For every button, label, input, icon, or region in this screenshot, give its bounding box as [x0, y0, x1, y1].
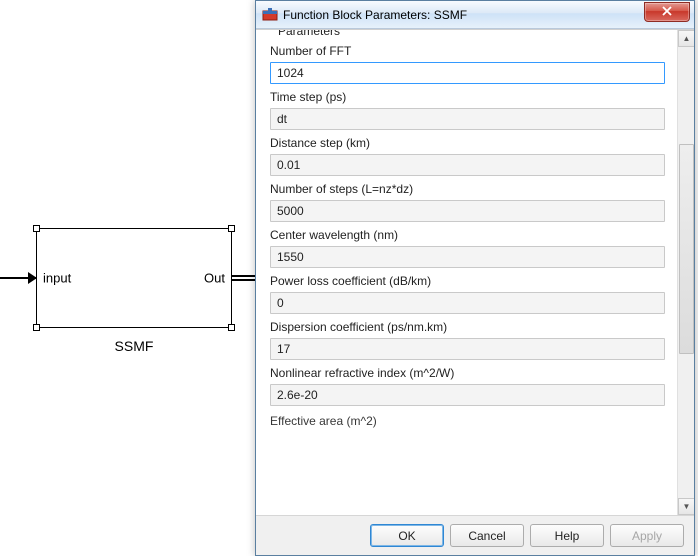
block-body[interactable]: input Out	[36, 228, 232, 328]
param-label: Power loss coefficient (dB/km)	[270, 274, 665, 288]
param-label: Center wavelength (nm)	[270, 228, 665, 242]
param-input-power-loss[interactable]	[270, 292, 665, 314]
titlebar[interactable]: Function Block Parameters: SSMF	[256, 1, 694, 29]
param-input-time-step[interactable]	[270, 108, 665, 130]
help-button[interactable]: Help	[530, 524, 604, 547]
param-input-number-of-fft[interactable]	[270, 62, 665, 84]
button-bar: OK Cancel Help Apply	[256, 515, 694, 555]
button-label: OK	[398, 529, 415, 543]
param-label: Effective area (m^2)	[270, 414, 665, 428]
param-label: Dispersion coefficient (ps/nm.km)	[270, 320, 665, 334]
ok-button[interactable]: OK	[370, 524, 444, 547]
apply-button[interactable]: Apply	[610, 524, 684, 547]
simulink-canvas[interactable]: input Out SSMF	[0, 0, 260, 556]
block-name-label[interactable]: SSMF	[36, 338, 232, 354]
param-power-loss: Power loss coefficient (dB/km)	[270, 274, 665, 314]
scroll-down-button[interactable]: ▼	[678, 498, 694, 515]
simulink-icon	[262, 7, 278, 23]
param-number-of-steps: Number of steps (L=nz*dz)	[270, 182, 665, 222]
param-center-wavelength: Center wavelength (nm)	[270, 228, 665, 268]
resize-handle-tl[interactable]	[33, 225, 40, 232]
param-label: Nonlinear refractive index (m^2/W)	[270, 366, 665, 380]
output-port-label: Out	[204, 271, 225, 286]
parameters-dialog: Function Block Parameters: SSMF Paramete…	[255, 0, 695, 556]
param-label: Distance step (km)	[270, 136, 665, 150]
param-input-number-of-steps[interactable]	[270, 200, 665, 222]
param-number-of-fft: Number of FFT	[270, 44, 665, 84]
close-icon	[662, 5, 672, 19]
scroll-thumb[interactable]	[679, 144, 694, 354]
group-label: Parameters	[278, 30, 665, 38]
resize-handle-br[interactable]	[228, 324, 235, 331]
resize-handle-bl[interactable]	[33, 324, 40, 331]
scroll-up-button[interactable]: ▲	[678, 30, 694, 47]
button-label: Help	[555, 529, 580, 543]
cancel-button[interactable]: Cancel	[450, 524, 524, 547]
param-input-center-wavelength[interactable]	[270, 246, 665, 268]
dialog-content: Parameters Number of FFT Time step (ps) …	[256, 29, 694, 515]
param-dispersion: Dispersion coefficient (ps/nm.km)	[270, 320, 665, 360]
param-label: Number of steps (L=nz*dz)	[270, 182, 665, 196]
param-label: Time step (ps)	[270, 90, 665, 104]
dialog-title: Function Block Parameters: SSMF	[283, 8, 644, 22]
param-input-distance-step[interactable]	[270, 154, 665, 176]
param-input-dispersion[interactable]	[270, 338, 665, 360]
param-input-nonlinear-index[interactable]	[270, 384, 665, 406]
resize-handle-tr[interactable]	[228, 225, 235, 232]
close-button[interactable]	[644, 2, 690, 22]
input-port-label: input	[43, 271, 71, 286]
param-label: Number of FFT	[270, 44, 665, 58]
ssmf-block[interactable]: input Out SSMF	[36, 228, 232, 328]
vertical-scrollbar[interactable]: ▲ ▼	[677, 30, 694, 515]
param-time-step: Time step (ps)	[270, 90, 665, 130]
signal-arrow-in	[0, 277, 36, 279]
param-nonlinear-index: Nonlinear refractive index (m^2/W)	[270, 366, 665, 406]
button-label: Cancel	[468, 529, 505, 543]
parameters-panel: Parameters Number of FFT Time step (ps) …	[256, 30, 677, 515]
button-label: Apply	[632, 529, 662, 543]
param-distance-step: Distance step (km)	[270, 136, 665, 176]
param-effective-area-cut: Effective area (m^2)	[270, 412, 665, 426]
